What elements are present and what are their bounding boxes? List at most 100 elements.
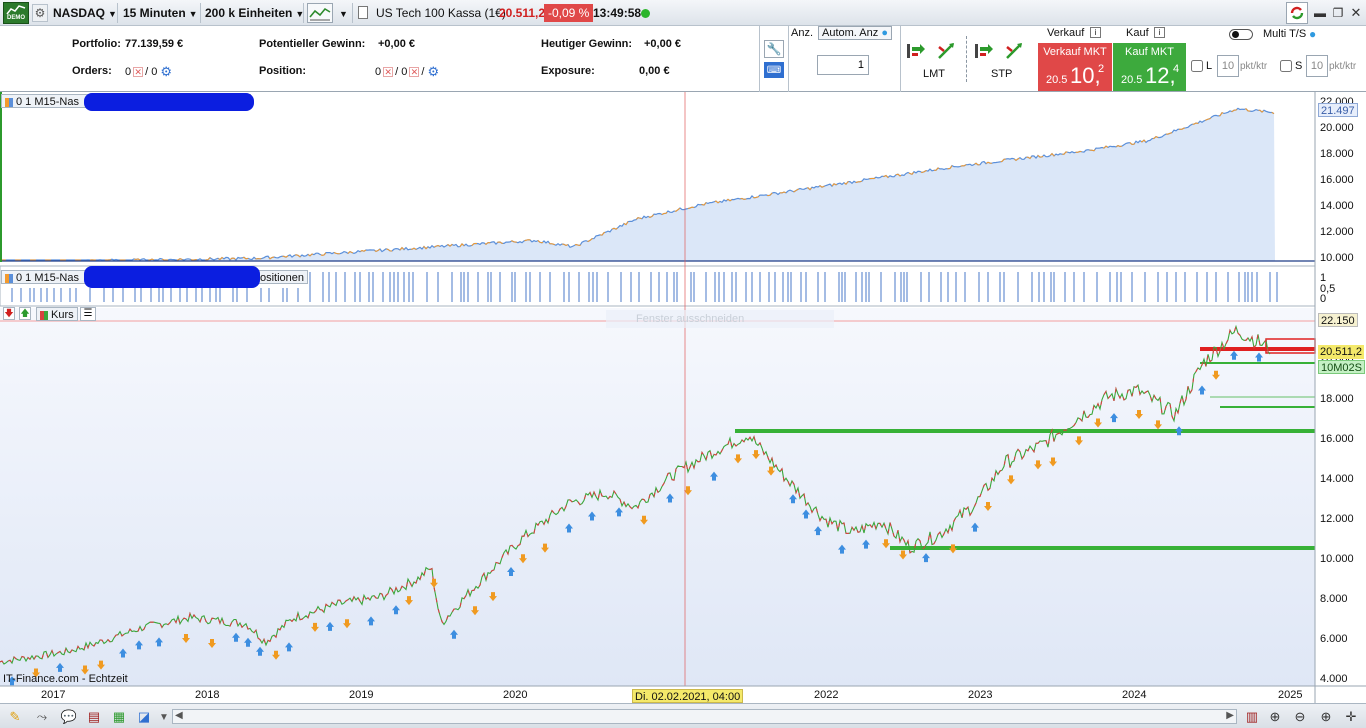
timeframe-dropdown[interactable]: 15 Minuten ▼	[123, 3, 198, 23]
year-tick-label: 2023	[968, 689, 993, 701]
keyboard-icon[interactable]: ⌨	[764, 62, 784, 78]
stop-buy-icon[interactable]	[974, 41, 996, 61]
close-all-icon[interactable]: ✕	[409, 67, 420, 77]
buy-market-button[interactable]: Kauf MKT 20.5 12, 4	[1113, 43, 1186, 91]
zoom-out-icon[interactable]: ⊖	[1291, 708, 1309, 726]
orders-values: 0 ✕/ 0 ⚙	[125, 64, 172, 80]
document-icon[interactable]	[358, 6, 368, 19]
buy-button-title: Kauf MKT	[1125, 46, 1174, 58]
today-gain-label: Heutiger Gewinn:	[541, 38, 633, 50]
order-panel: Portfolio: 77.139,59 € Potentieller Gewi…	[0, 26, 1366, 92]
buy-price-main: 12,	[1145, 63, 1176, 88]
settings-icon[interactable]: ⚙	[32, 4, 48, 22]
crosshair-date-tag: Di. 02.02.2021, 04:00	[632, 689, 744, 703]
overview-price-tag: 21.497	[1318, 103, 1358, 117]
list-icon[interactable]: ☰	[80, 307, 96, 321]
crosshair-icon[interactable]: ✛	[1342, 708, 1360, 726]
axis-tick-label: 0	[1320, 293, 1327, 305]
refresh-icon[interactable]	[1286, 2, 1308, 24]
horizontal-scrollbar[interactable]: ◀ ▶	[172, 709, 1237, 724]
quantity-input[interactable]	[817, 55, 869, 75]
kurs-label: Kurs	[51, 309, 74, 321]
portfolio-label: Portfolio:	[72, 38, 121, 50]
buy-arrow-toggle[interactable]: 🡅	[19, 307, 31, 320]
orders-label: Orders:	[72, 65, 112, 77]
info-bubble-icon: ●	[881, 27, 888, 39]
units-label: 200 k Einheiten	[205, 6, 293, 20]
table-icon[interactable]: ▦	[110, 708, 128, 726]
chart-type-button[interactable]	[307, 3, 333, 23]
stop-label: S	[1295, 60, 1303, 72]
axis-tick-label: 16.000	[1320, 174, 1354, 186]
close-icon[interactable]: ✕	[1348, 5, 1364, 21]
bottom-toolbar: ✎ ⤳ 💬 ▤ ▦ ◪ ▼ ◀ ▶ ▥ ⊕ ⊖ ⊕ ✛	[0, 703, 1366, 728]
axis-tick-label: 12.000	[1320, 226, 1354, 238]
stop-sell-icon[interactable]	[1004, 41, 1026, 61]
positions-header-label: 0 1 M15-Nas	[16, 272, 79, 284]
buy-info-icon[interactable]: i	[1154, 27, 1165, 38]
sell-info-icon[interactable]: i	[1090, 27, 1101, 38]
multi-ts-toggle[interactable]	[1229, 29, 1253, 40]
sell-arrow-toggle[interactable]: 🡇	[3, 307, 15, 320]
draw-pencil-icon[interactable]: ✎	[6, 708, 24, 726]
potential-gain-value: +0,00 €	[378, 38, 416, 50]
stop-points-input[interactable]	[1306, 55, 1328, 77]
scroll-left-icon[interactable]: ◀	[175, 710, 183, 721]
axis-tick-label: 18.000	[1320, 393, 1354, 405]
position-values: 0 ✕/ 0 ✕ / ⚙	[375, 64, 439, 80]
chart-canvas[interactable]	[0, 92, 1366, 703]
chart-type-dropdown[interactable]: ▼	[336, 3, 348, 23]
limit-points-input[interactable]	[1217, 55, 1239, 77]
axis-tick-label: 12.000	[1320, 513, 1354, 525]
orders-count: 0	[125, 65, 132, 78]
chart-window-icon[interactable]: ◪	[135, 708, 153, 726]
chat-icon[interactable]: 💬	[60, 708, 78, 726]
scroll-right-icon[interactable]: ▶	[1226, 710, 1234, 721]
stop-checkbox[interactable]	[1280, 60, 1292, 72]
position-settings-icon[interactable]: ⚙	[427, 64, 439, 79]
minimize-icon[interactable]: ▬	[1312, 5, 1328, 21]
instrument-dropdown[interactable]: NASDAQ ▼	[53, 3, 117, 23]
chevron-down-icon[interactable]: ▼	[155, 708, 173, 726]
demo-label: DEMO	[7, 15, 25, 21]
sell-header: Verkauf	[1047, 27, 1085, 39]
wrench-icon[interactable]: 🔧	[764, 40, 784, 58]
chevron-down-icon: ▼	[188, 9, 198, 19]
buy-price-prefix: 20.5	[1121, 74, 1143, 86]
price-now-tag: 20.511,2	[1318, 345, 1365, 359]
limit-buy-icon[interactable]	[906, 41, 928, 61]
sell-market-button[interactable]: Verkauf MKT 20.5 10, 2	[1038, 43, 1112, 91]
close-position-icon[interactable]: ✕	[383, 67, 394, 77]
bar-chart-icon[interactable]: ▥	[1243, 708, 1261, 726]
limit-checkbox[interactable]	[1191, 60, 1203, 72]
zoom-fit-icon[interactable]: ⊕	[1266, 708, 1284, 726]
orders-settings-icon[interactable]: ⚙	[160, 64, 172, 79]
change-badge: -0,09 %	[544, 4, 594, 22]
limit-sell-icon[interactable]	[936, 41, 958, 61]
sell-button-title: Verkauf MKT	[1043, 46, 1107, 58]
exposure-label: Exposure:	[541, 65, 595, 77]
zoom-in-icon[interactable]: ⊕	[1317, 708, 1335, 726]
share-icon[interactable]: ⤳	[33, 708, 51, 726]
today-gain-value: +0,00 €	[644, 38, 682, 50]
chart-logo-icon	[6, 5, 26, 15]
clock: 13:49:58	[593, 6, 642, 20]
axis-tick-label: 10.000	[1320, 553, 1354, 565]
auto-quantity-toggle[interactable]: Autom. Anz ●	[818, 26, 892, 40]
position-label: Position:	[259, 65, 307, 77]
buy-price-sup: 4	[1173, 63, 1180, 75]
axis-tick-label: 14.000	[1320, 473, 1354, 485]
potential-gain-label: Potentieller Gewinn:	[259, 38, 366, 50]
units-dropdown[interactable]: 200 k Einheiten ▼	[205, 3, 304, 23]
cancel-orders-icon[interactable]: ✕	[133, 67, 144, 77]
axis-tick-label: 18.000	[1320, 148, 1354, 160]
stop-unit: pkt/ktr	[1329, 61, 1357, 72]
series-icon	[40, 310, 48, 320]
notes-icon[interactable]: ▤	[85, 708, 103, 726]
position-total: / 0	[395, 65, 408, 78]
trading-window: DEMO ⚙ NASDAQ ▼ 15 Minuten ▼ 200 k Einheit…	[0, 0, 1366, 728]
auto-quantity-label: Autom. Anz	[822, 27, 879, 39]
kurs-tab[interactable]: Kurs	[36, 307, 78, 321]
year-tick-label: 2018	[195, 689, 220, 701]
restore-icon[interactable]: ❐	[1330, 5, 1346, 21]
